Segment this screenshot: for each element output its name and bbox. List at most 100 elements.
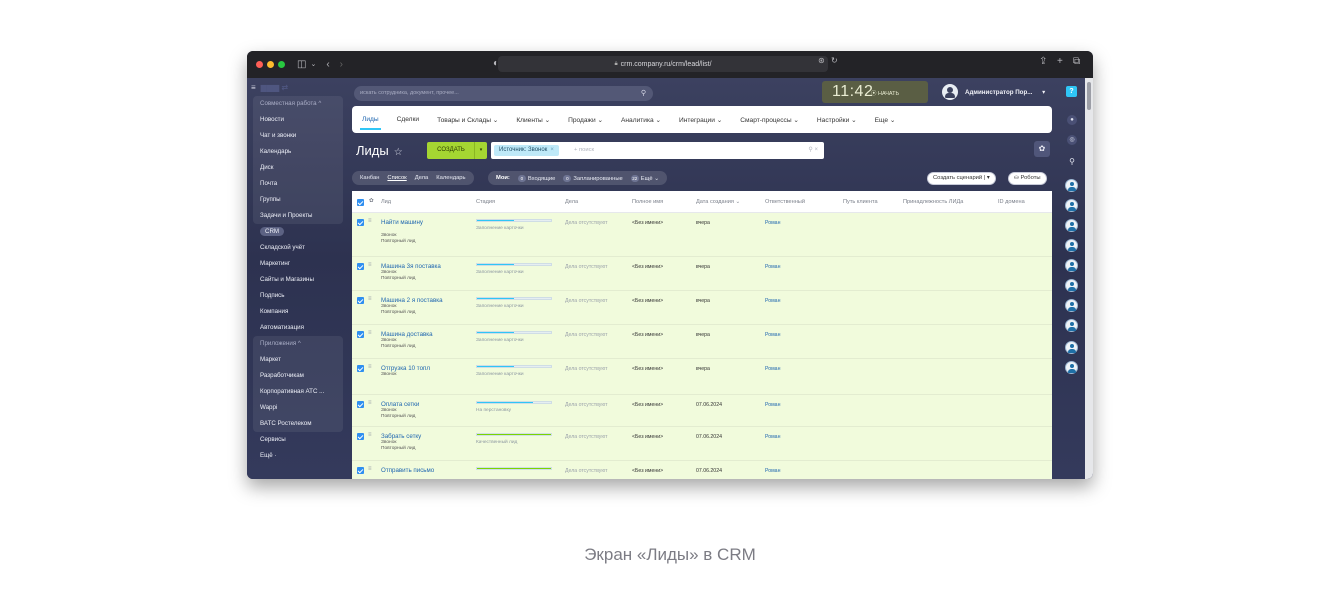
responsible-link[interactable]: Роман <box>765 298 780 304</box>
row-menu-icon[interactable]: ≡ <box>368 364 372 370</box>
responsible-link[interactable]: Роман <box>765 264 780 270</box>
table-row[interactable]: ≡ Оплата сетки Звонок Повторный лид На перст… <box>352 395 1052 427</box>
sidebar-item-inventory[interactable]: Складской учёт <box>253 240 343 256</box>
row-checkbox[interactable] <box>357 219 364 226</box>
tab-settings[interactable]: Настройки ⌄ <box>817 116 857 124</box>
column-header[interactable]: Стадия <box>476 199 495 205</box>
new-tab-icon[interactable]: + <box>1057 57 1063 67</box>
user-avatar[interactable] <box>942 84 958 100</box>
tab-sales[interactable]: Продажи ⌄ <box>568 116 603 124</box>
sidebar-item-developers[interactable]: Разработчикам <box>253 368 343 384</box>
view-list[interactable]: Список <box>387 175 406 181</box>
tab-leads[interactable]: Лиды <box>360 116 381 130</box>
notifications-icon[interactable]: ● <box>1067 115 1077 125</box>
close-window-button[interactable] <box>256 61 263 68</box>
star-icon[interactable]: ☆ <box>394 147 403 158</box>
sidebar-toggle-icon[interactable]: ◫ <box>297 59 306 70</box>
row-checkbox[interactable] <box>357 263 364 270</box>
stage-progress-bar[interactable] <box>476 467 552 470</box>
contact-avatar-icon[interactable] <box>1065 279 1078 292</box>
reload-icon[interactable]: ↻ <box>831 57 838 65</box>
sidebar-item-pbx[interactable]: Корпоративная АТС ... <box>253 384 343 400</box>
sidebar-item-signature[interactable]: Подпись <box>253 288 343 304</box>
column-header[interactable]: Полное имя <box>632 199 663 205</box>
contact-avatar-icon[interactable] <box>1065 239 1078 252</box>
row-checkbox[interactable] <box>357 467 364 474</box>
responsible-link[interactable]: Роман <box>765 332 780 338</box>
table-row[interactable]: ≡ Отгрузка 10 топл Звонок Заполнение карточ… <box>352 359 1052 395</box>
search-input[interactable]: искать сотрудника, документ, прочее... ⚲ <box>354 86 653 101</box>
create-dropdown-button[interactable]: ▾ <box>474 142 487 159</box>
lead-title-link[interactable]: Найти машину <box>381 219 423 226</box>
page-scrollbar[interactable] <box>1085 78 1093 479</box>
sidebar-item-wappi[interactable]: Wappi <box>253 400 343 416</box>
responsible-link[interactable]: Роман <box>765 402 780 408</box>
row-checkbox[interactable] <box>357 365 364 372</box>
stage-progress-bar[interactable] <box>476 297 552 300</box>
robots-button[interactable]: ⛀ Роботы <box>1008 172 1047 185</box>
sidebar-item-vats[interactable]: ВАТС Ростелеком <box>253 416 343 432</box>
tab-goods[interactable]: Товары и Склады ⌄ <box>437 116 498 124</box>
sidebar-item-automation[interactable]: Автоматизация <box>253 320 343 336</box>
search-icon[interactable]: ⚲ <box>1067 157 1077 167</box>
user-menu[interactable]: Администратор Пор... ▾ <box>965 89 1045 96</box>
create-button[interactable]: СОЗДАТЬ ▾ <box>427 142 487 159</box>
company-logo[interactable]: ▆▆▆ ⇄ <box>261 83 288 92</box>
minimize-window-button[interactable] <box>267 61 274 68</box>
tab-analytics[interactable]: Аналитика ⌄ <box>621 116 661 124</box>
view-kanban[interactable]: Канбан <box>360 175 379 181</box>
sidebar-item-disk[interactable]: Диск <box>253 160 343 176</box>
tab-integrations[interactable]: Интеграции ⌄ <box>679 116 722 124</box>
stage-progress-bar[interactable] <box>476 433 552 436</box>
row-menu-icon[interactable]: ≡ <box>368 432 372 438</box>
lead-title-link[interactable]: Машина 2 я поставка <box>381 297 443 304</box>
counter-more[interactable]: 22 Ещё ⌄ <box>630 174 659 182</box>
tabs-overview-icon[interactable]: ⧉ <box>1073 57 1080 67</box>
sidebar-item-sites[interactable]: Сайты и Магазины <box>253 272 343 288</box>
lead-title-link[interactable]: Забрать сетку <box>381 433 421 440</box>
gear-icon[interactable]: ✿ <box>369 198 374 204</box>
create-scenario-button[interactable]: Создать сценарий | ▾ <box>927 172 996 185</box>
contact-avatar-icon[interactable] <box>1065 341 1078 354</box>
contact-avatar-icon[interactable] <box>1065 219 1078 232</box>
filter-chip[interactable]: Источник: Звонок × <box>494 145 559 156</box>
tab-more[interactable]: Еще ⌄ <box>875 116 896 124</box>
row-checkbox[interactable] <box>357 401 364 408</box>
gear-icon[interactable]: ✿ <box>1034 141 1050 157</box>
lead-title-link[interactable]: Оплата сетки <box>381 401 419 408</box>
search-icon[interactable]: ⚲ <box>641 86 646 101</box>
row-menu-icon[interactable]: ≡ <box>368 330 372 336</box>
lead-title-link[interactable]: Машина 3я поставка <box>381 263 441 270</box>
tab-clients[interactable]: Клиенты ⌄ <box>516 116 550 124</box>
column-header[interactable]: Принадлежность ЛИДа <box>903 199 963 205</box>
help-icon[interactable]: ? <box>1066 86 1077 97</box>
row-checkbox[interactable] <box>357 433 364 440</box>
filter-search-input[interactable]: Источник: Звонок × + поиск ⚲ × <box>491 142 824 159</box>
column-header[interactable]: Дата создания ⌄ <box>696 199 740 205</box>
zoom-window-button[interactable] <box>278 61 285 68</box>
back-arrow-icon[interactable]: ‹ <box>326 59 329 70</box>
table-row[interactable]: ≡ Машина доставка Звонок Повторный лид Запол… <box>352 325 1052 359</box>
responsible-link[interactable]: Роман <box>765 468 780 474</box>
sidebar-item-services[interactable]: Сервисы <box>253 432 343 448</box>
contact-avatar-icon[interactable] <box>1065 199 1078 212</box>
row-menu-icon[interactable]: ≡ <box>368 400 372 406</box>
select-all-checkbox[interactable] <box>357 199 364 206</box>
lead-title-link[interactable]: Отправить письмо <box>381 467 434 474</box>
row-menu-icon[interactable]: ≡ <box>368 296 372 302</box>
share-icon[interactable]: ⇪ <box>1039 57 1047 67</box>
hamburger-menu-icon[interactable]: ≡ <box>251 83 256 92</box>
responsible-link[interactable]: Роман <box>765 366 780 372</box>
stage-progress-bar[interactable] <box>476 365 552 368</box>
tab-deals[interactable]: Сделки <box>397 116 419 123</box>
sidebar-item-crm[interactable]: CRM <box>253 224 343 240</box>
scrollbar-thumb[interactable] <box>1087 82 1091 110</box>
sidebar-item-groups[interactable]: Группы <box>253 192 343 208</box>
stage-progress-bar[interactable] <box>476 219 552 222</box>
responsible-link[interactable]: Роман <box>765 434 780 440</box>
row-menu-icon[interactable]: ≡ <box>368 262 372 268</box>
filter-actions-icon[interactable]: ⚲ × <box>808 146 818 153</box>
column-header[interactable]: Путь клиента <box>843 199 878 205</box>
address-bar[interactable]: 🔒︎ crm.company.ru/crm/lead/list/ <box>498 56 828 72</box>
column-header[interactable]: Дела <box>565 199 578 205</box>
